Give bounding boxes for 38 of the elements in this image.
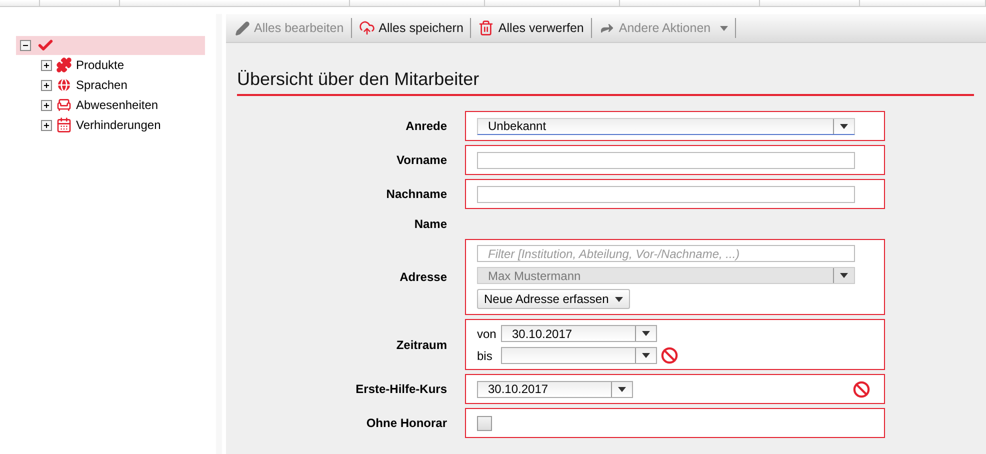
filter-field[interactable]: Filter [Institution, Abteilung, Vor-/Nachname, ...) — [477, 245, 855, 262]
salutation-select[interactable]: Unbekannt — [477, 118, 855, 134]
date-select[interactable]: 30.10.2017 — [477, 380, 633, 398]
field-label: Anrede — [404, 119, 447, 133]
puzzle-icon — [56, 57, 72, 73]
discard-button[interactable]: Alles verwerfen — [471, 18, 592, 38]
field-label: Ohne Honorar — [365, 416, 447, 430]
input-field[interactable] — [477, 152, 855, 168]
field-label: Erste-Hilfe-Kurs — [354, 382, 447, 396]
globe-icon — [56, 77, 72, 93]
date-select[interactable]: 30.10.2017 — [501, 325, 657, 342]
trash-icon — [478, 20, 494, 36]
tree-item[interactable]: Abwesenheiten — [76, 98, 158, 112]
field-label: Name — [413, 217, 447, 231]
cloud-upload-icon — [358, 20, 375, 36]
prohibited-icon — [661, 347, 678, 364]
field-label: Adresse — [398, 270, 447, 284]
to-label: bis — [477, 348, 494, 362]
field-label: Zeitraum — [395, 338, 447, 352]
new-address-button[interactable]: Neue Adresse erfassen — [477, 289, 630, 309]
field-label: Nachname — [385, 187, 447, 201]
tree-item[interactable]: Sprachen — [76, 78, 128, 92]
save-button[interactable]: Alles speichern — [352, 18, 472, 38]
collapse-toggle[interactable] — [20, 40, 31, 51]
expand-toggle[interactable] — [41, 80, 52, 90]
tree-item[interactable]: Produkte — [76, 58, 124, 72]
section-title: Übersicht über den Mitarbeiter — [237, 69, 974, 96]
prohibited-icon — [853, 380, 870, 398]
expand-toggle[interactable] — [41, 60, 52, 70]
input-field[interactable] — [477, 186, 855, 202]
expand-toggle[interactable] — [41, 120, 52, 130]
field-label: Vorname — [396, 153, 447, 167]
expand-toggle[interactable] — [41, 100, 52, 110]
from-label: von — [477, 326, 497, 340]
tree-item[interactable]: Verhinderungen — [76, 118, 161, 132]
calendar-icon — [56, 117, 72, 133]
checkbox[interactable] — [477, 416, 492, 430]
pencil-icon — [235, 20, 250, 36]
